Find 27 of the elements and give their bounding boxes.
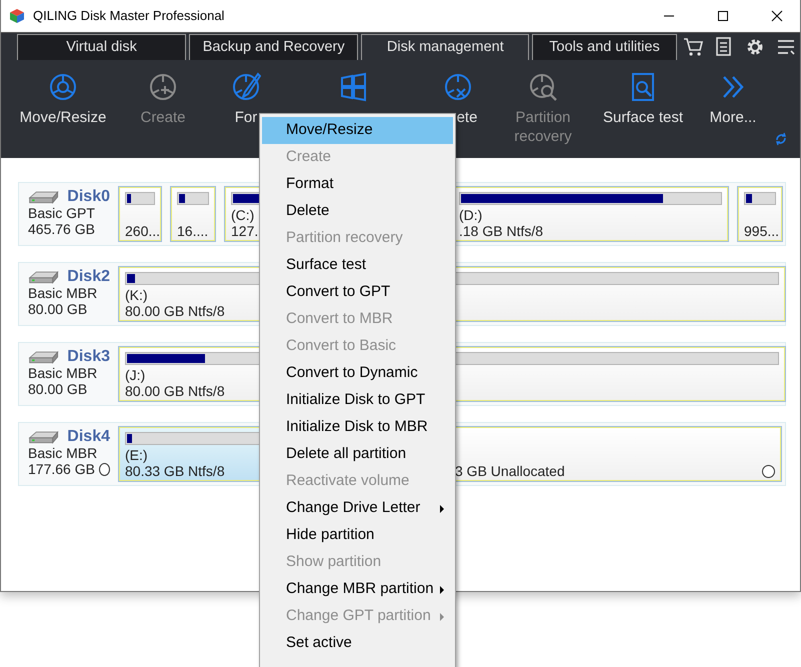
disk-name: Disk4 (67, 429, 110, 445)
partition-label: (E:) (125, 447, 148, 463)
disk-size: 177.66 GB (28, 461, 95, 477)
partition-size: 3 GB Unallocated (455, 463, 565, 479)
disk-size: 465.76 GB (28, 221, 95, 237)
partition-size: 80.00 GB Ntfs/8 (125, 303, 225, 319)
partition-label: (K:) (125, 287, 148, 303)
disk-size: 80.00 GB (28, 301, 88, 317)
partition-size: 80.00 GB Ntfs/8 (125, 383, 225, 399)
partition-size: 260... (125, 223, 160, 239)
window-title: QILING Disk Master Professional (33, 7, 226, 26)
partition-label: (J:) (125, 367, 146, 383)
partition-label: (C:) (231, 207, 254, 223)
disk-name: Disk3 (67, 349, 110, 365)
partition-size: 16.... (177, 223, 208, 239)
disk-name: Disk0 (67, 189, 110, 205)
disk-size: 80.00 GB (28, 381, 88, 397)
disk-type: Basic MBR (28, 285, 98, 301)
disk-type: Basic MBR (28, 365, 98, 381)
disk-type: Basic MBR (28, 445, 98, 461)
partition-size: .18 GB Ntfs/8 (459, 223, 544, 239)
partition-size: 995... (744, 223, 780, 239)
partition-size: 80.33 GB Ntfs/8 (125, 463, 225, 479)
partition-label: (D:) (459, 207, 482, 223)
disk-name: Disk2 (67, 269, 110, 285)
disk-type: Basic GPT (28, 205, 96, 221)
partition-size: 127. (231, 223, 258, 239)
